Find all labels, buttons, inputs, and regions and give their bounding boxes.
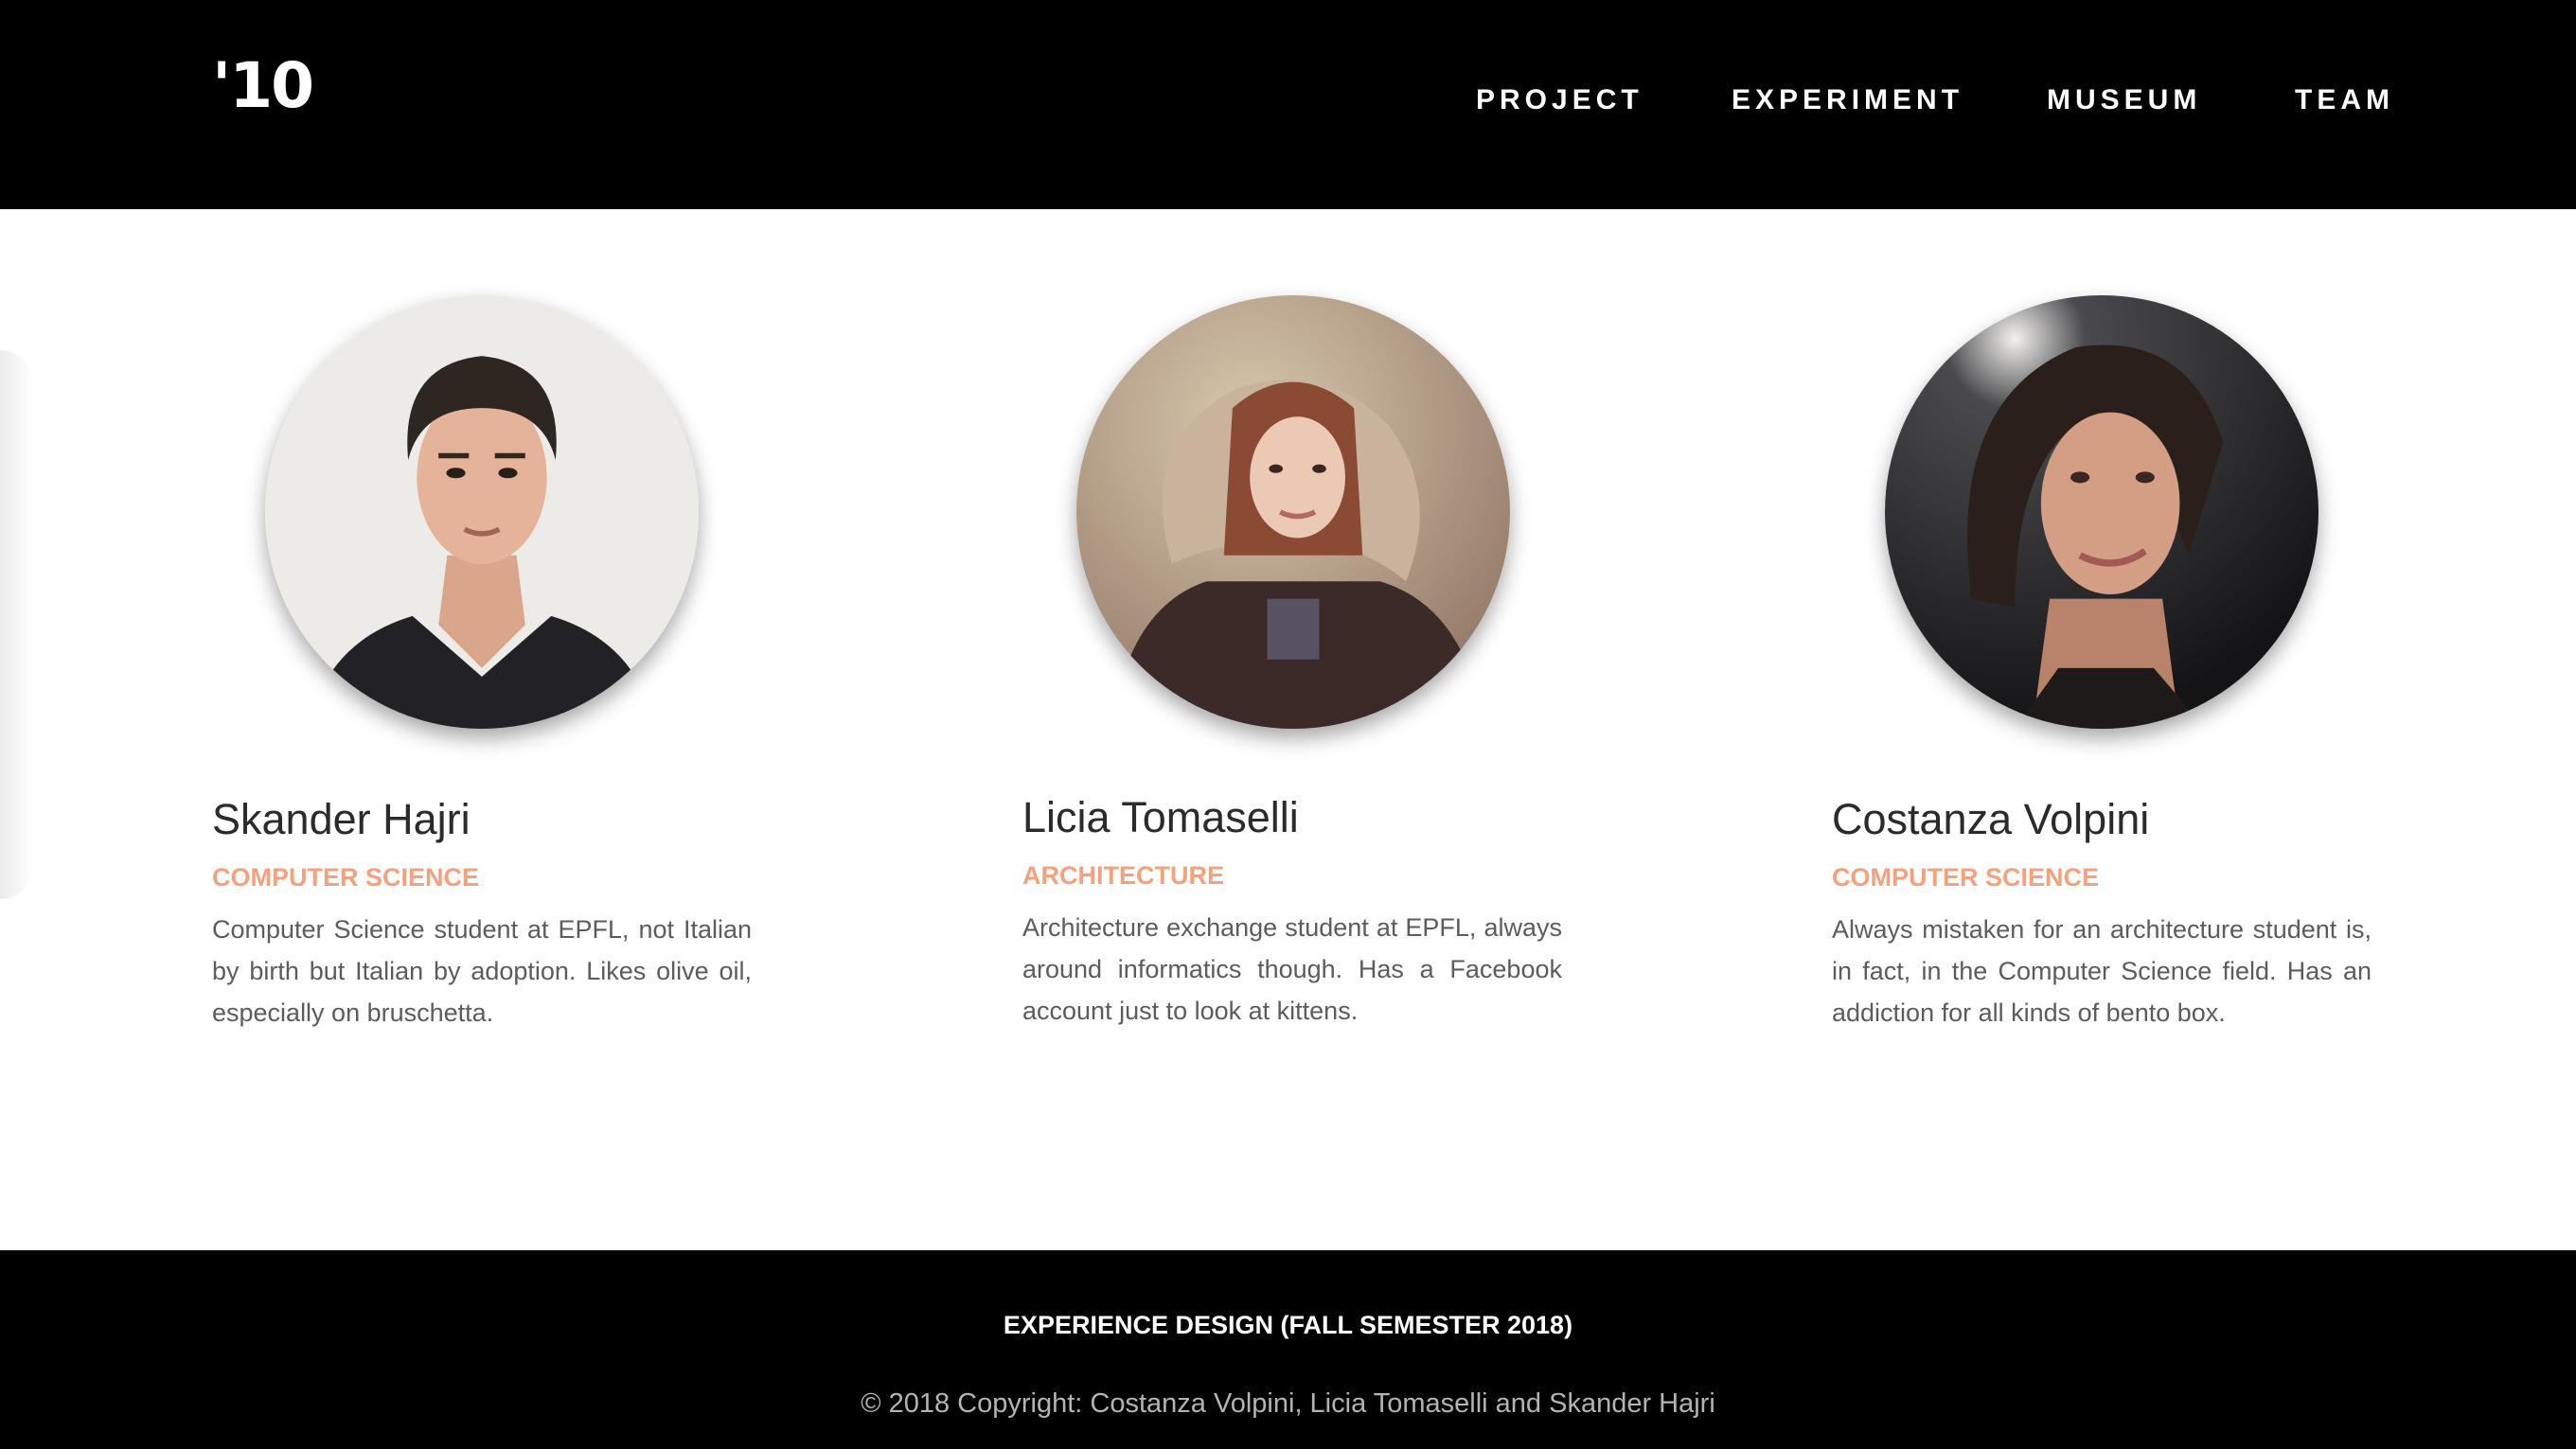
team-member-department: COMPUTER SCIENCE [1832,863,2100,892]
portrait-female-fur-hood-illustration [1076,295,1510,729]
team-member-name: Skander Hajri [212,795,471,843]
left-edge-shadow [0,350,34,899]
portrait-male-illustration [265,295,699,729]
nav-link-experiment[interactable]: EXPERIMENT [1732,81,1963,119]
team-member-department: COMPUTER SCIENCE [212,863,480,892]
team-member-bio: Always mistaken for an architecture stud… [1832,915,2372,1027]
nav-link-museum[interactable]: MUSEUM [2047,81,2201,119]
team-member-photo [1885,295,2318,729]
footer-title: EXPERIENCE DESIGN (FALL SEMESTER 2018) [1003,1311,1573,1339]
team-member-bio: Computer Science student at EPFL, not It… [212,915,752,1027]
nav-link-team[interactable]: TEAM [2295,81,2394,119]
main-nav: PROJECT EXPERIMENT MUSEUM TEAM [0,81,2576,119]
team-member-bio: Architecture exchange student at EPFL, a… [1022,913,1562,1025]
team-member-name: Costanza Volpini [1832,795,2150,843]
team-member-department: ARCHITECTURE [1022,861,1224,890]
team-member-photo [265,295,699,729]
team-member-photo [1076,295,1510,729]
top-nav-bar: '10 PROJECT EXPERIMENT MUSEUM TEAM [0,0,2576,209]
nav-link-project[interactable]: PROJECT [1476,81,1643,119]
portrait-female-dark-illustration [1885,295,2318,729]
footer-copyright: © 2018 Copyright: Costanza Volpini, Lici… [861,1388,1715,1419]
team-member-name: Licia Tomaselli [1022,793,1299,841]
page-footer: EXPERIENCE DESIGN (FALL SEMESTER 2018) ©… [0,1250,2576,1449]
